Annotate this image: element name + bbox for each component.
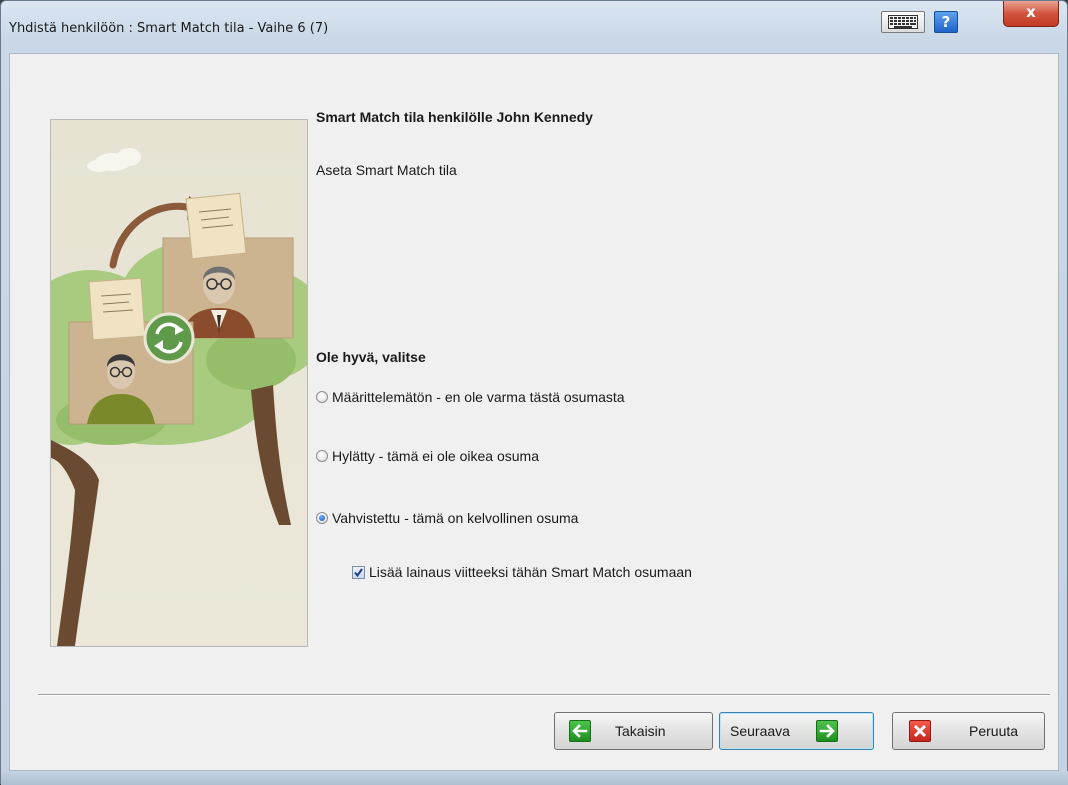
back-button-label: Takaisin [615, 723, 666, 739]
window-bottom-border [1, 771, 1068, 785]
option-undetermined-label: Määrittelemätön - en ole varma tästä osu… [332, 389, 625, 405]
close-button[interactable]: x [1003, 1, 1059, 27]
window-title: Yhdistä henkilöön : Smart Match tila - V… [9, 21, 329, 36]
option-confirmed[interactable]: Vahvistettu - tämä on kelvollinen osuma [316, 508, 578, 528]
radio-rejected[interactable] [316, 450, 328, 462]
page-subtitle: Aseta Smart Match tila [316, 162, 457, 178]
cancel-button-label: Peruuta [969, 723, 1019, 739]
citation-checkbox[interactable] [352, 565, 365, 579]
option-undetermined[interactable]: Määrittelemätön - en ole varma tästä osu… [316, 387, 625, 407]
back-button[interactable]: Takaisin [554, 712, 713, 750]
next-button-label: Seuraava [730, 723, 790, 739]
citation-checkbox-row[interactable]: Lisää lainaus viitteeksi tähän Smart Mat… [352, 562, 692, 582]
wizard-content-panel: Smart Match tila henkilölle John Kennedy… [9, 53, 1059, 771]
help-button[interactable]: ? [934, 11, 958, 33]
help-icon: ? [941, 13, 951, 31]
radio-undetermined[interactable] [316, 391, 328, 403]
arrow-right-icon [815, 720, 838, 742]
checkmark-icon [354, 567, 363, 577]
dialog-window: Yhdistä henkilöön : Smart Match tila - V… [0, 0, 1068, 785]
option-rejected-label: Hylätty - tämä ei ole oikea osuma [332, 448, 539, 464]
keyboard-icon [888, 15, 918, 29]
page-heading: Smart Match tila henkilölle John Kennedy [316, 109, 593, 125]
next-button[interactable]: Seuraava [719, 712, 874, 750]
smart-match-illustration [50, 119, 308, 647]
button-divider [38, 694, 1050, 696]
option-rejected[interactable]: Hylätty - tämä ei ole oikea osuma [316, 446, 539, 466]
cancel-button[interactable]: Peruuta [892, 712, 1045, 750]
title-bar[interactable]: Yhdistä henkilöön : Smart Match tila - V… [1, 1, 1067, 53]
smart-match-artwork [51, 120, 307, 646]
close-x-icon [909, 720, 931, 742]
arrow-left-icon [569, 720, 591, 742]
choice-prompt: Ole hyvä, valitse [316, 349, 426, 365]
close-icon: x [1026, 3, 1036, 21]
option-confirmed-label: Vahvistettu - tämä on kelvollinen osuma [332, 510, 579, 526]
radio-confirmed[interactable] [316, 512, 328, 524]
citation-checkbox-label: Lisää lainaus viitteeksi tähän Smart Mat… [369, 564, 692, 580]
keyboard-button[interactable] [881, 11, 925, 33]
